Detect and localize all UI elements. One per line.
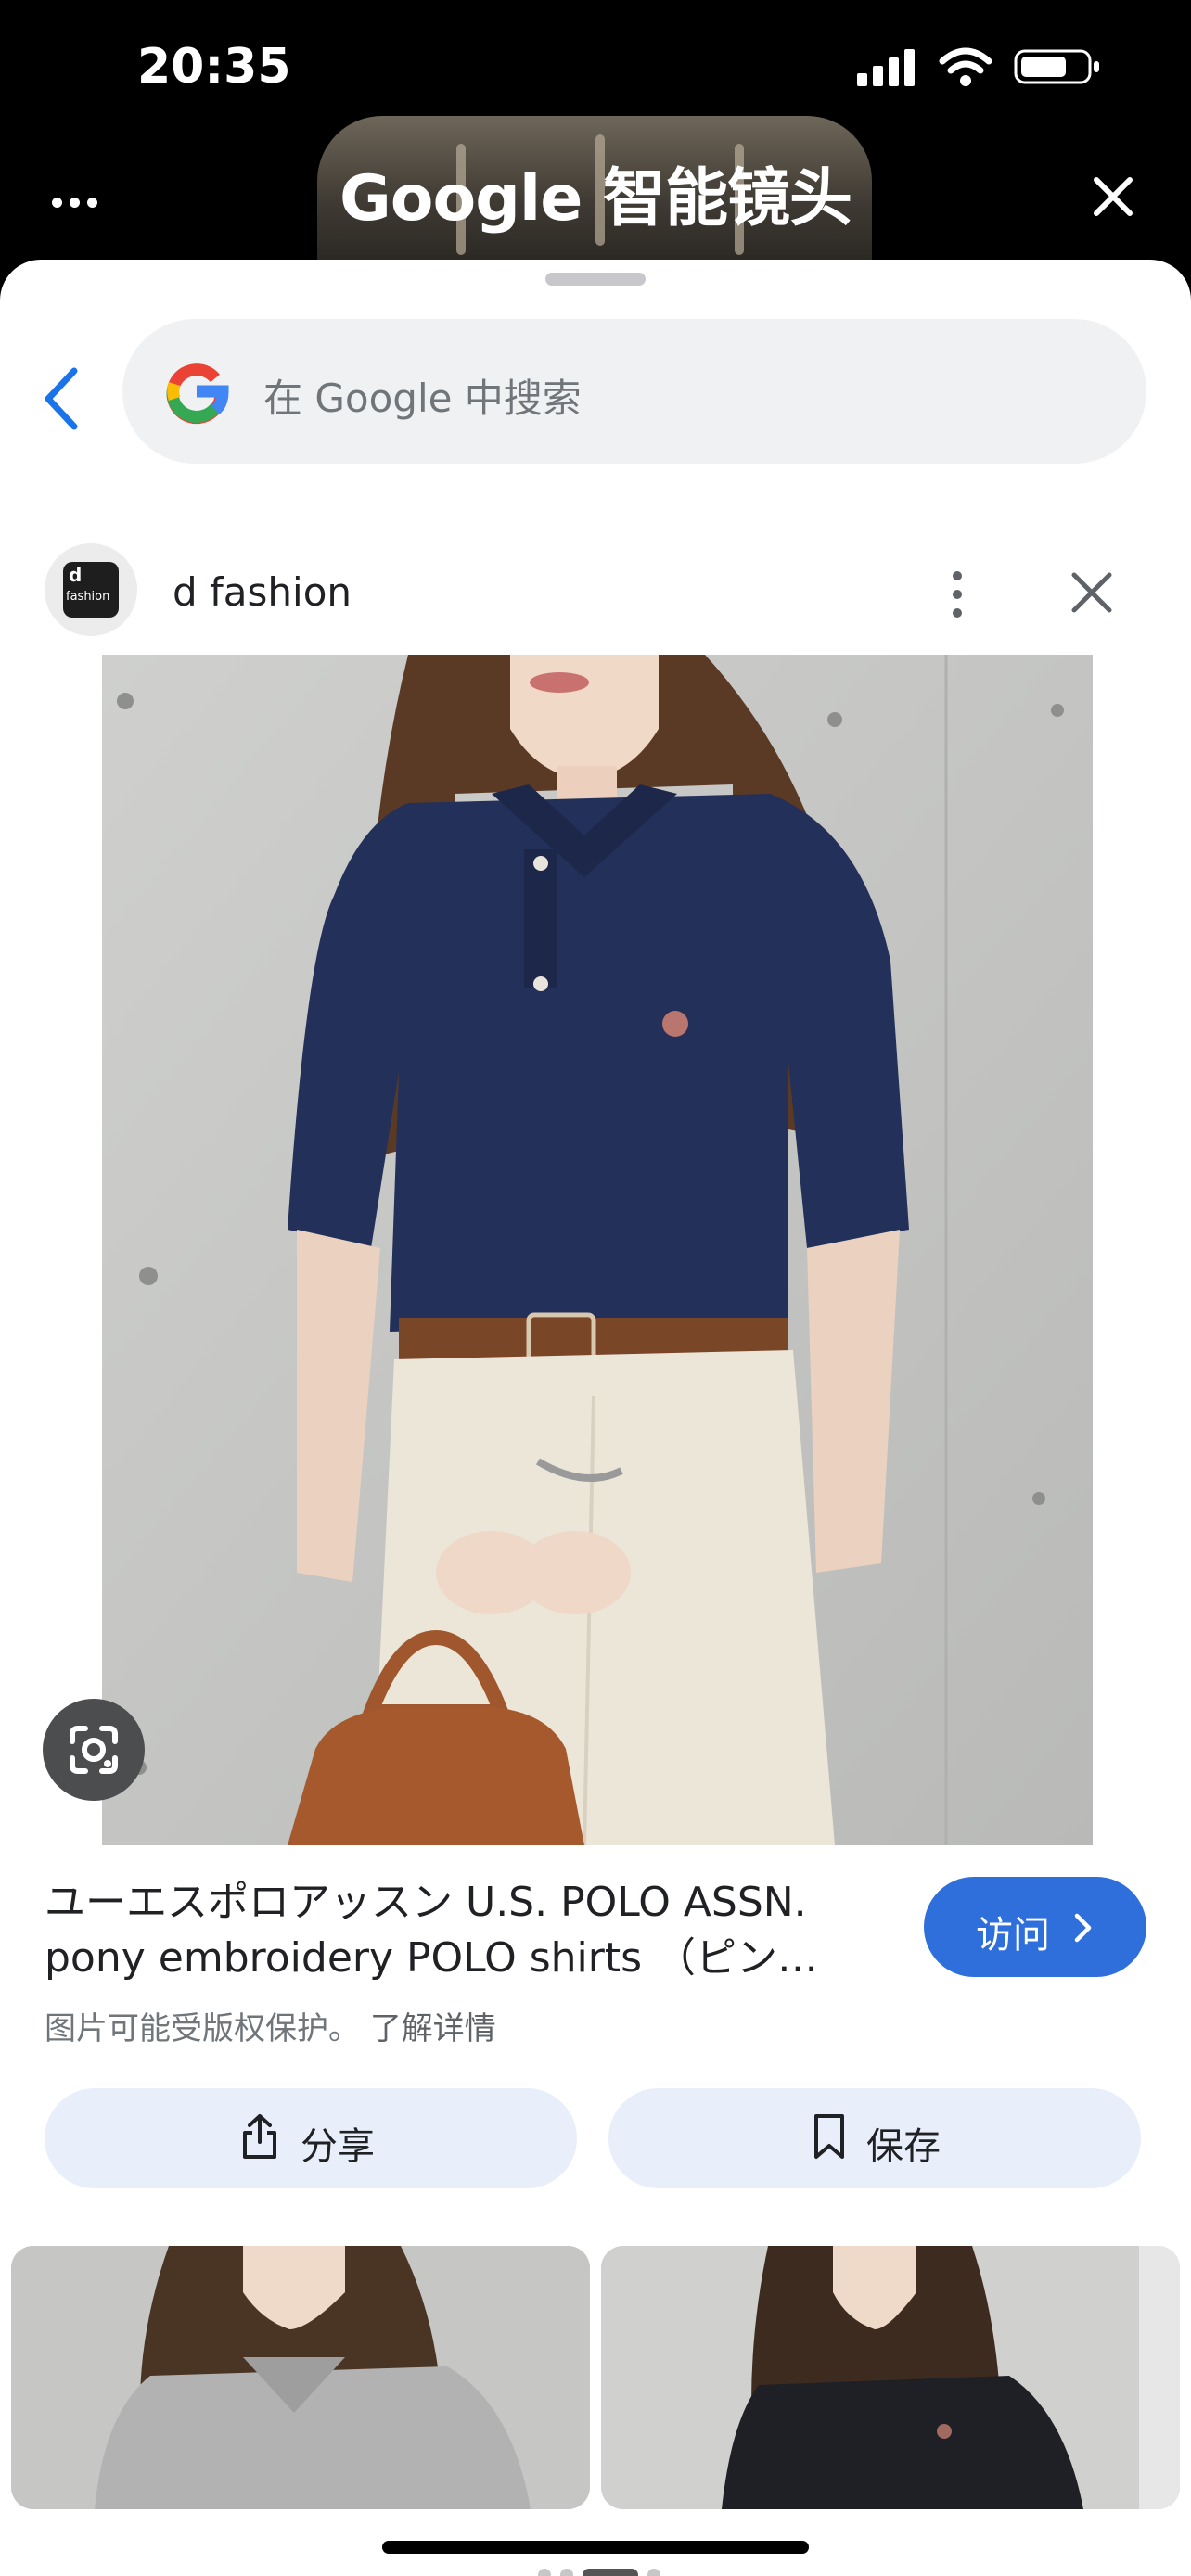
save-button[interactable]: 保存: [608, 2088, 1141, 2188]
lens-header: Google 智能镜头: [0, 111, 1191, 260]
thumbnail-black-polo: [601, 2246, 1180, 2509]
bookmark-icon: [814, 2114, 844, 2159]
source-name: d fashion: [173, 569, 352, 615]
related-result-thumbnail[interactable]: [11, 2246, 590, 2509]
result-title-line2: pony embroidery POLO shirts （ピン…: [45, 1934, 819, 1982]
status-bar: 20:35: [0, 0, 1191, 111]
cellular-signal-icon: [857, 49, 915, 86]
results-sheet: 在 Google 中搜索 d fashion d fashion ユーエスポロア…: [0, 260, 1191, 2576]
close-icon[interactable]: [1085, 169, 1141, 224]
result-title[interactable]: ユーエスポロアッスン U.S. POLO ASSN. pony embroide…: [45, 1875, 907, 1986]
page-indicator: [538, 2569, 660, 2576]
wifi-icon: [939, 47, 992, 86]
lens-icon: [70, 1726, 118, 1774]
source-logo-text-bottom: fashion: [66, 590, 110, 604]
lens-title: Google 智能镜头: [339, 162, 852, 236]
battery-icon: [1014, 49, 1099, 84]
visit-label: 访问: [976, 1914, 1050, 1957]
copyright-notice: 图片可能受版权保护。 了解详情: [45, 2003, 496, 2048]
chevron-right-icon: [1074, 1913, 1092, 1943]
close-icon[interactable]: [1067, 567, 1117, 618]
visit-button[interactable]: 访问: [924, 1877, 1146, 1977]
result-title-line1: ユーエスポロアッスン U.S. POLO ASSN.: [45, 1879, 807, 1926]
source-row[interactable]: d fashion d fashion: [0, 529, 1191, 640]
status-icons: [857, 46, 1102, 87]
google-g-icon: [166, 363, 229, 425]
home-indicator[interactable]: [382, 2541, 809, 2554]
source-logo-text-top: d: [69, 564, 83, 586]
related-result-thumbnail[interactable]: [601, 2246, 1180, 2509]
product-image[interactable]: [102, 655, 1093, 1845]
learn-more-link[interactable]: 了解详情: [370, 2010, 496, 2047]
search-placeholder: 在 Google 中搜索: [263, 376, 582, 421]
share-icon: [243, 2114, 276, 2159]
source-logo: d fashion: [45, 543, 137, 636]
sheet-grabber[interactable]: [545, 273, 646, 286]
copyright-text: 图片可能受版权保护。: [45, 2010, 360, 2047]
share-label: 分享: [301, 2125, 375, 2168]
thumbnail-grey-polo: [11, 2246, 590, 2509]
status-time: 20:35: [137, 39, 291, 95]
product-photo-illustration: [102, 655, 1093, 1845]
share-button[interactable]: 分享: [45, 2088, 577, 2188]
search-input[interactable]: 在 Google 中搜索: [122, 319, 1146, 464]
save-label: 保存: [866, 2125, 941, 2168]
lens-search-button[interactable]: [43, 1699, 145, 1801]
back-chevron-icon[interactable]: [37, 362, 89, 436]
more-vert-icon[interactable]: [937, 562, 978, 627]
